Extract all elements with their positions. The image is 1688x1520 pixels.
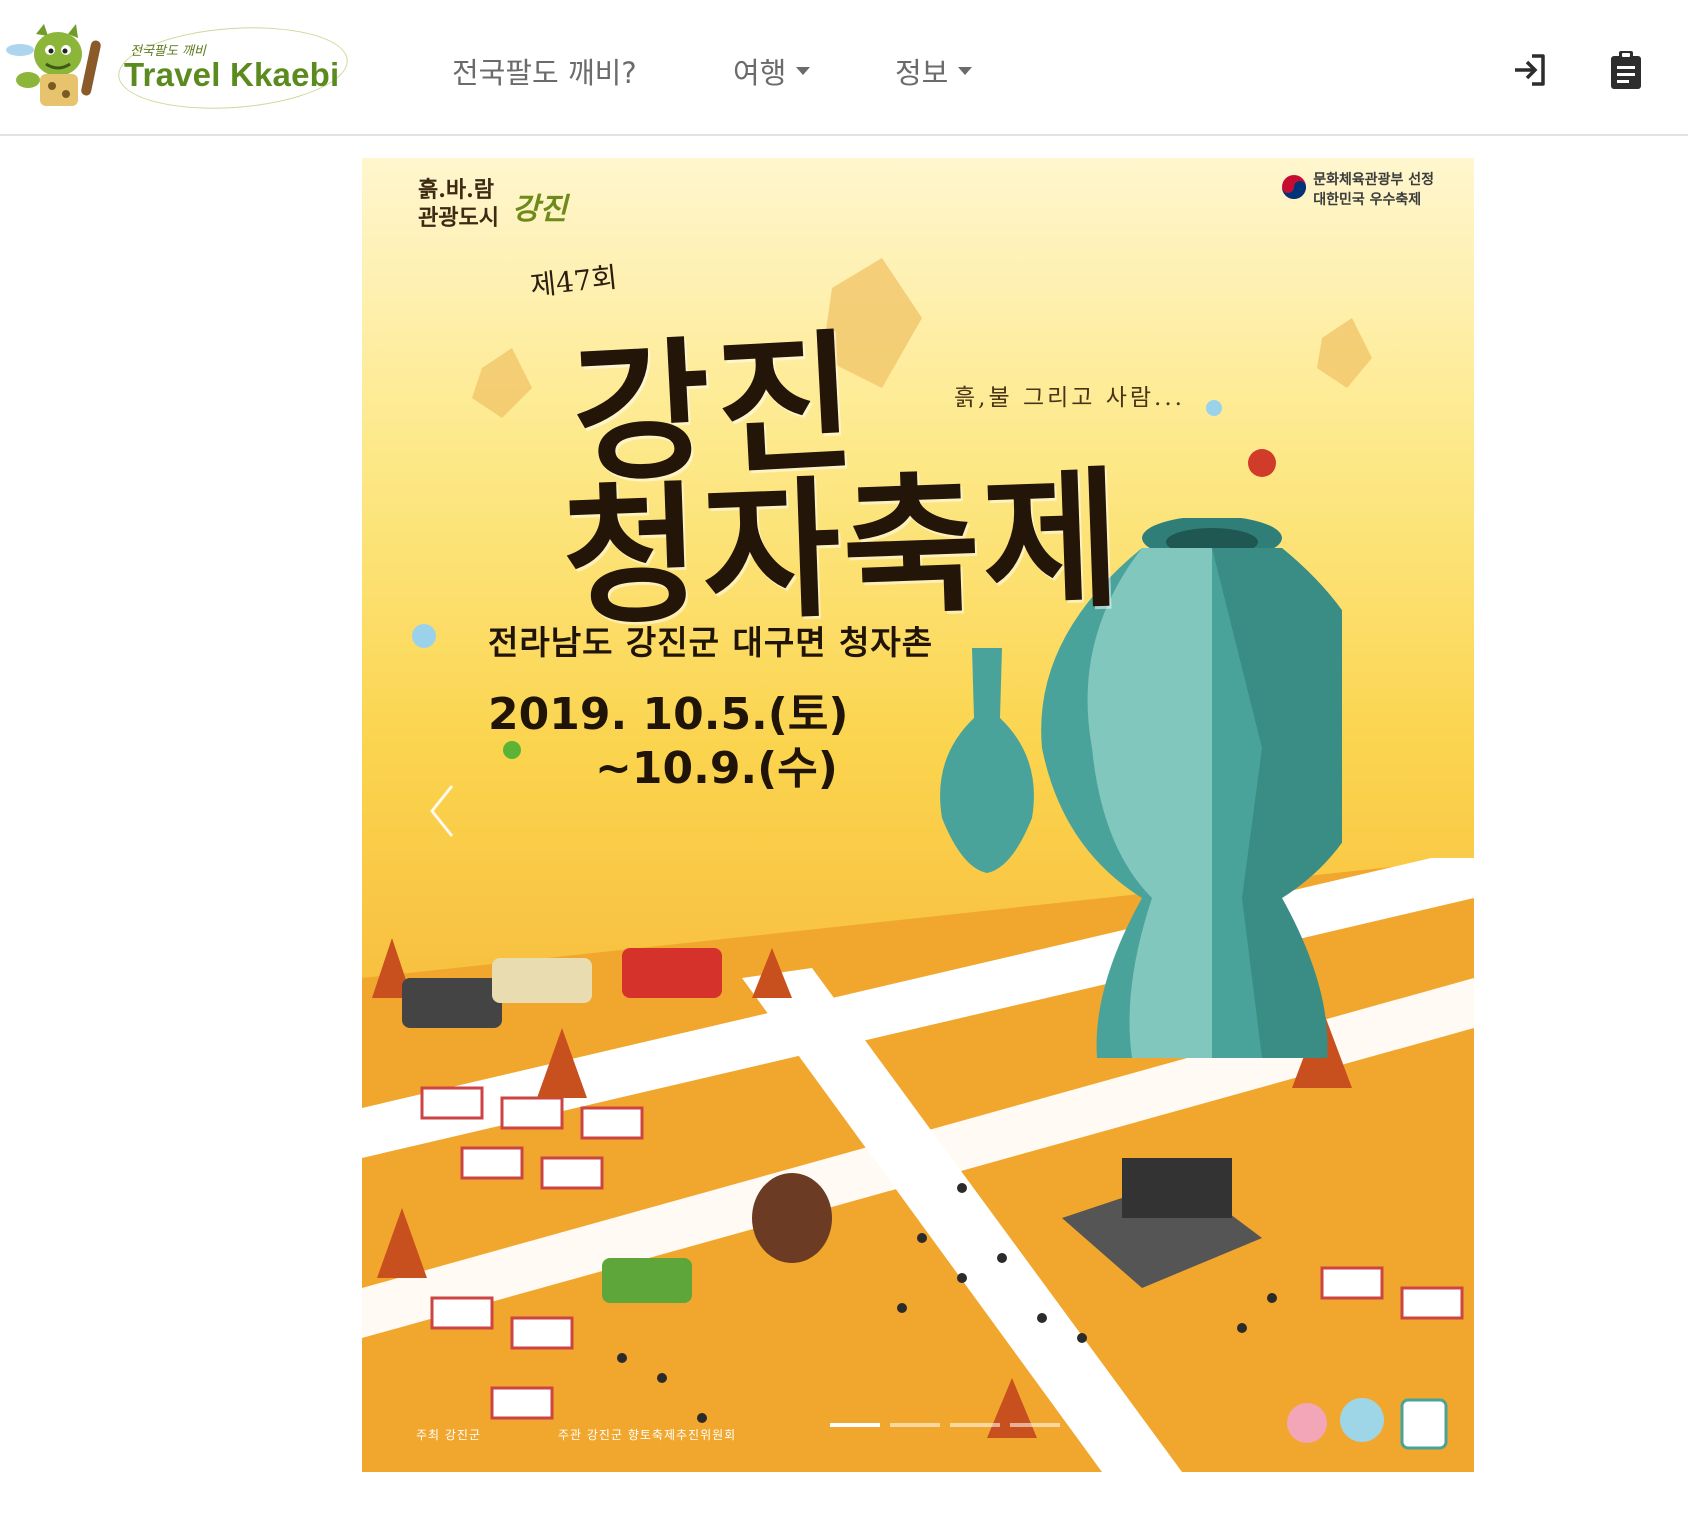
navbar: 전국팔도 깨비 Travel Kkaebi 전국팔도 깨비? 여행 정보 (0, 0, 1688, 136)
caret-down-icon (796, 67, 811, 75)
poster-mascots-icon (1287, 1398, 1448, 1450)
festival-carousel: 흙.바.람 관광도시 강진 문화체육관광부 선정 대한민국 우수축제 제47회 … (362, 158, 1474, 1472)
carousel-indicator-1[interactable] (830, 1423, 880, 1427)
poster-city-name: 강진 (512, 192, 568, 227)
carousel-slide[interactable]: 흙.바.람 관광도시 강진 문화체육관광부 선정 대한민국 우수축제 제47회 … (362, 158, 1474, 1472)
poster-location: 전라남도 강진군 대구면 청자촌 (488, 623, 934, 662)
nav-item-travel[interactable]: 여행 (733, 50, 811, 92)
carousel-indicator-2[interactable] (890, 1423, 940, 1427)
goblin-mascot-icon (6, 24, 101, 106)
login-button[interactable] (1502, 42, 1558, 98)
nav-item-label: 정보 (895, 56, 949, 90)
poster-organizer: 주관 강진군 향토축제추진위원회 (558, 1428, 737, 1442)
poster-host: 주최 강진군 (416, 1428, 482, 1442)
board-button[interactable] (1598, 42, 1654, 98)
poster-slogan: 흙,불 그리고 사람... (954, 385, 1185, 411)
logo-title: Travel Kkaebi (124, 56, 340, 93)
carousel-indicator-4[interactable] (1010, 1423, 1060, 1427)
carousel-prev-button[interactable] (422, 776, 462, 846)
nav-item-info[interactable]: 정보 (895, 50, 973, 92)
nav-item-label: 여행 (733, 56, 787, 90)
nav-item-label: 전국팔도 깨비? (452, 56, 637, 90)
nav-item-about[interactable]: 전국팔도 깨비? (452, 50, 637, 92)
poster-gov-badge: 문화체육관광부 선정 대한민국 우수축제 (1282, 170, 1434, 210)
chevron-left-icon (430, 785, 454, 837)
login-icon (1515, 54, 1545, 86)
caret-down-icon (958, 67, 973, 75)
korea-taegeuk-icon (1282, 175, 1307, 199)
site-logo[interactable]: 전국팔도 깨비 Travel Kkaebi (6, 20, 351, 116)
poster-date-end: ~10.9.(수) (595, 743, 838, 794)
clipboard-icon (1611, 51, 1641, 89)
carousel-indicator-3[interactable] (950, 1423, 1000, 1427)
carousel-indicators (830, 1423, 1060, 1427)
poster-city-slogan: 흙.바.람 관광도시 (418, 177, 499, 231)
